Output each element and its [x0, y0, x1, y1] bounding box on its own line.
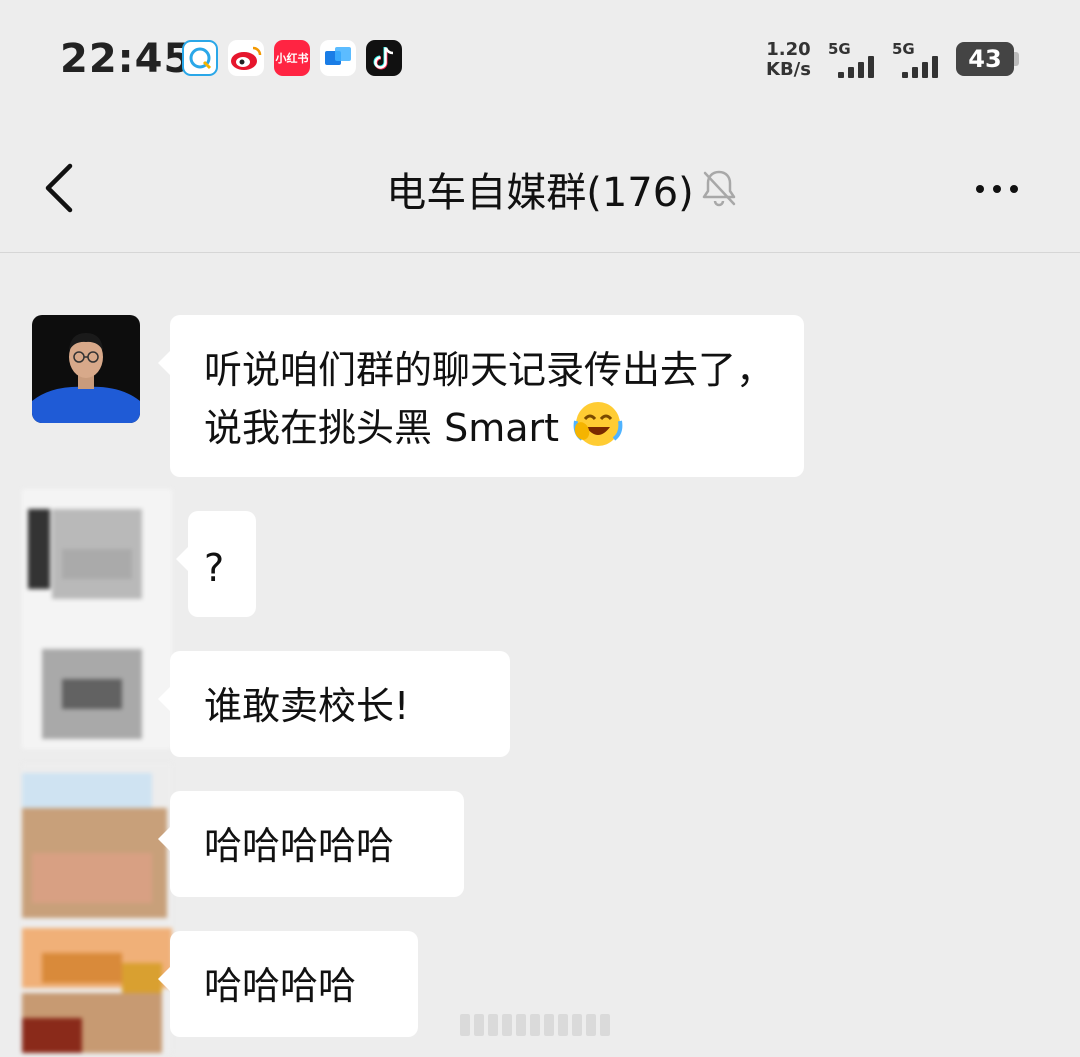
message-bubble[interactable]: 谁敢卖校长! [158, 651, 510, 757]
battery-indicator: 43 [956, 42, 1014, 76]
douyin-icon [366, 40, 402, 76]
chat-title-container: 电车自媒群(176) [0, 160, 1080, 218]
message-text-line-2: 说我在挑头黑 Smart [204, 399, 774, 457]
avatar[interactable] [22, 489, 172, 749]
avatar[interactable] [22, 763, 172, 1053]
weibo-icon [228, 40, 264, 76]
qq-browser-icon [182, 40, 218, 76]
more-dots-icon [976, 185, 984, 193]
watermark [460, 1014, 640, 1038]
message-text: 哈哈哈哈哈 [204, 824, 395, 868]
status-time: 22:45 [60, 36, 193, 82]
more-dot [993, 185, 1001, 193]
network-speed-value: 1.20 [766, 39, 811, 60]
cloud-app-icon [320, 40, 356, 76]
signal-bars-icon [902, 54, 938, 78]
message-bubble[interactable]: 哈哈哈哈 [158, 931, 418, 1037]
bell-off-icon [700, 168, 738, 208]
message-text: 哈哈哈哈 [204, 964, 357, 1008]
message-text-line: 听说咱们群的聊天记录传出去了， [204, 348, 775, 392]
message-text: 谁敢卖校长! [204, 684, 410, 728]
message-text: ? [204, 546, 225, 590]
xiaohongshu-icon: 小红书 [274, 40, 310, 76]
more-dot [1010, 185, 1018, 193]
battery-percent: 43 [968, 45, 1002, 73]
chat-header: 电车自媒群(176) [0, 120, 1080, 253]
message-bubble[interactable]: 听说咱们群的聊天记录传出去了， 说我在挑头黑 Smart [157, 315, 805, 477]
message-text: 说我在挑头黑 Smart [204, 406, 560, 450]
notification-icons: 小红书 [182, 40, 402, 76]
signal-bars-icon [838, 54, 874, 78]
avatar[interactable] [32, 315, 140, 423]
network-speed: 1.20 KB/s [766, 40, 811, 80]
network-speed-unit: KB/s [766, 59, 811, 80]
laughing-crying-face-icon [573, 402, 623, 446]
status-bar: 22:45 小红书 1.20 KB/s 5G 5G 43 [0, 0, 1080, 120]
battery-tip [1014, 52, 1019, 66]
chat-title[interactable]: 电车自媒群(176) [386, 160, 694, 218]
message-bubble[interactable]: 哈哈哈哈哈 [158, 791, 464, 897]
more-options-button[interactable] [976, 174, 1032, 204]
message-bubble[interactable]: ? [176, 511, 256, 617]
message-list[interactable]: 听说咱们群的聊天记录传出去了， 说我在挑头黑 Smart ? 谁敢卖校长! 哈哈… [0, 253, 1080, 1053]
